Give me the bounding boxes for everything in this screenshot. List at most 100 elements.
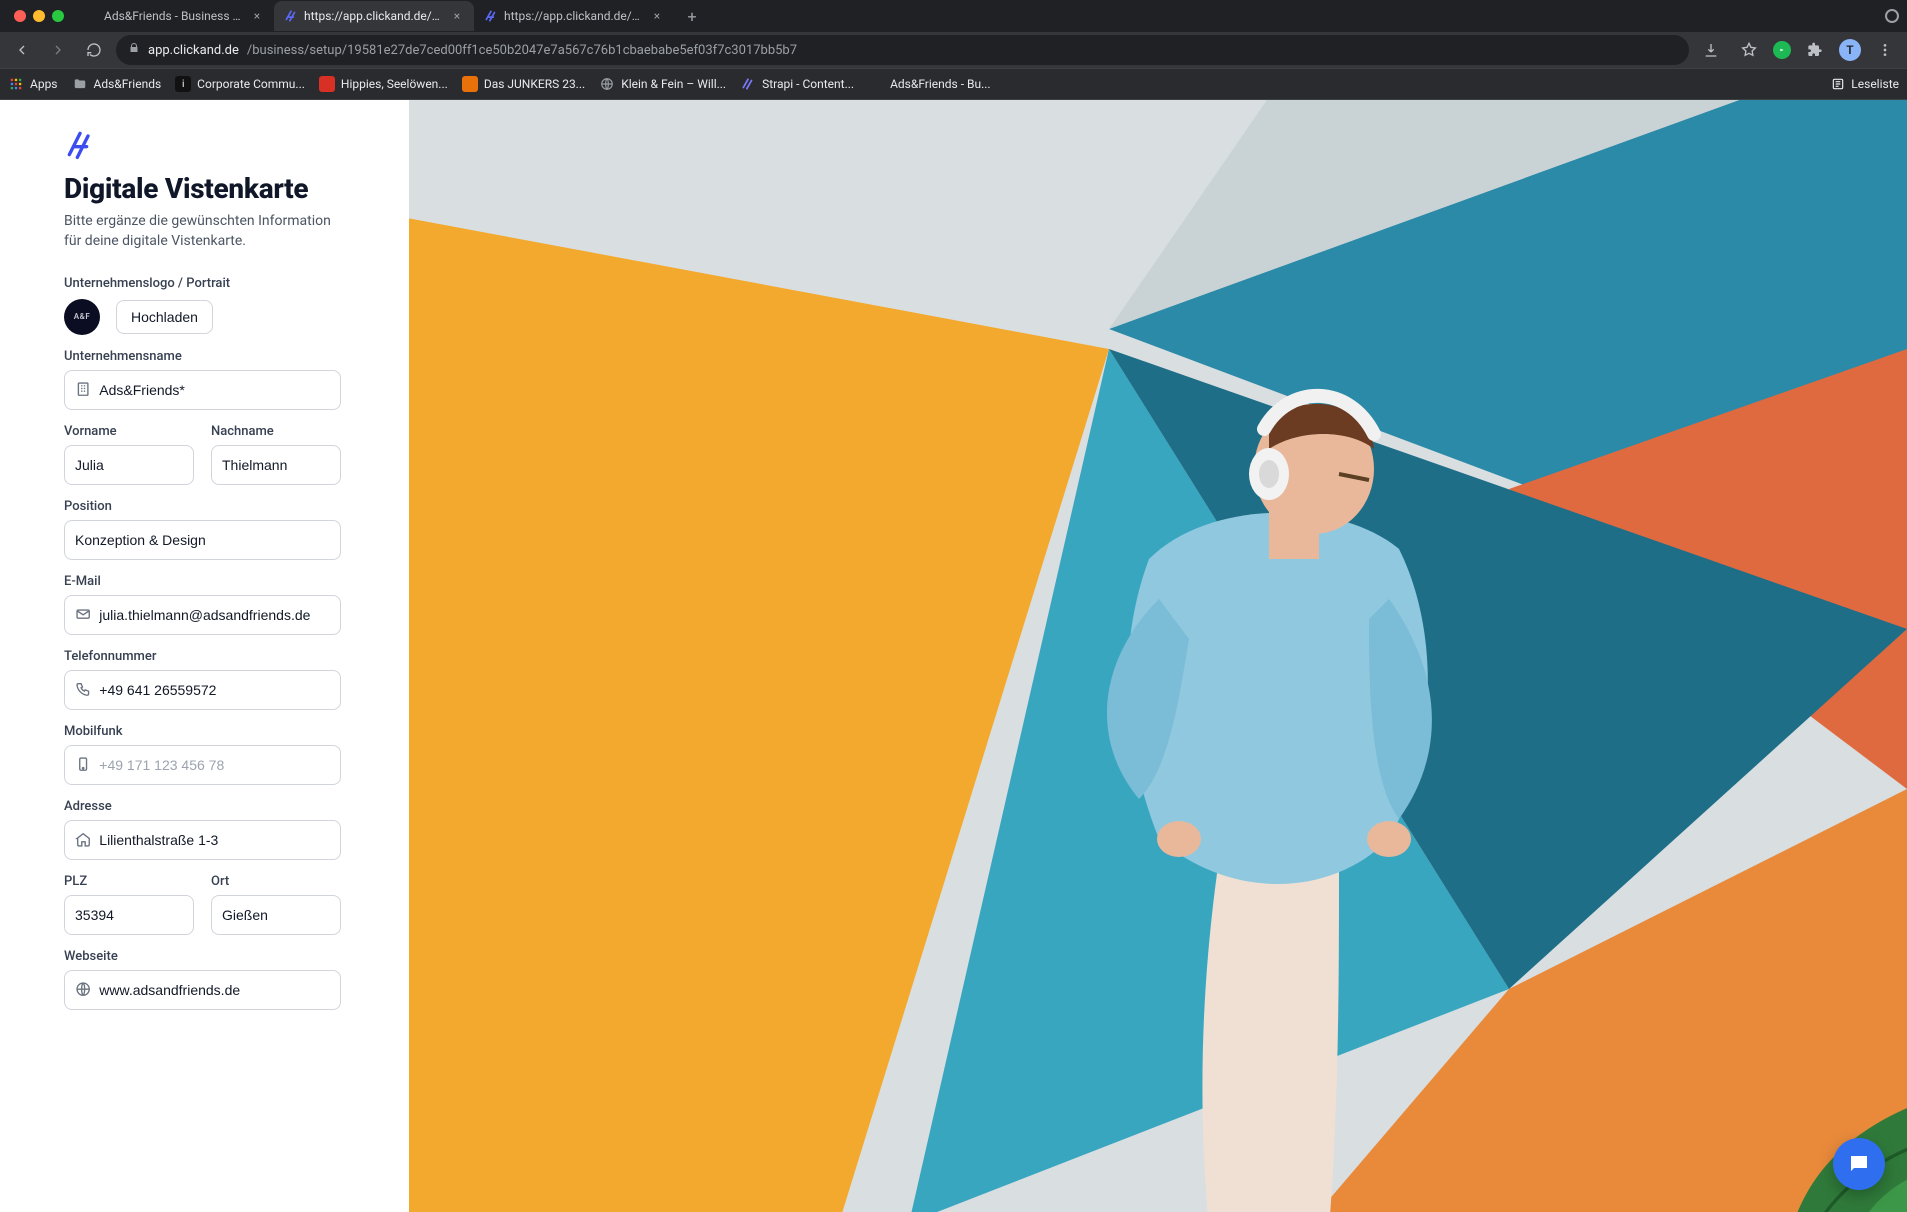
back-button[interactable]	[8, 36, 36, 64]
email-input[interactable]	[99, 607, 330, 623]
mobile-icon	[75, 756, 91, 774]
mobile-input[interactable]	[99, 757, 330, 773]
plant-decoration	[1747, 1022, 1907, 1212]
reading-list-label: Leseliste	[1851, 77, 1899, 91]
page-content: Digitale Vistenkarte Bitte ergänze die g…	[0, 100, 1907, 1212]
window-close-icon[interactable]	[14, 10, 26, 22]
label-zip: PLZ	[64, 874, 194, 889]
page-title: Digitale Vistenkarte	[64, 172, 377, 205]
position-field[interactable]	[64, 520, 341, 560]
extensions-icon[interactable]	[1801, 36, 1829, 64]
new-tab-button[interactable]: +	[678, 2, 706, 30]
label-email: E-Mail	[64, 574, 377, 589]
tab-2[interactable]: https://app.clickand.de/busine ×	[474, 1, 674, 31]
bookmark-item[interactable]: Strapi - Content...	[740, 76, 854, 92]
bookmarks-bar: Apps Ads&Friends i Corporate Commu... Hi…	[0, 68, 1907, 100]
tab-title: https://app.clickand.de/busine	[304, 9, 444, 23]
hero-image-panel	[409, 100, 1907, 1212]
bookmark-label: Ads&Friends - Bu...	[890, 77, 991, 91]
apps-icon	[8, 76, 24, 92]
mobile-field[interactable]	[64, 745, 341, 785]
hero-background-art	[409, 100, 1907, 1212]
globe-icon	[599, 76, 615, 92]
tab-title: https://app.clickand.de/busine	[504, 9, 644, 23]
tab-close-icon[interactable]: ×	[250, 9, 264, 23]
install-app-icon[interactable]	[1697, 36, 1725, 64]
tab-title: Ads&Friends - Business Cards	[104, 9, 244, 23]
window-minimize-icon[interactable]	[33, 10, 45, 22]
position-input[interactable]	[75, 532, 330, 548]
bookmark-label: Das JUNKERS 23...	[484, 77, 585, 91]
address-field[interactable]	[64, 820, 341, 860]
label-lastname: Nachname	[211, 424, 341, 439]
bookmark-item[interactable]: Das JUNKERS 23...	[462, 76, 585, 92]
tab-close-icon[interactable]: ×	[450, 9, 464, 23]
lastname-field[interactable]	[211, 445, 341, 485]
tab-close-icon[interactable]: ×	[650, 9, 664, 23]
bookmark-label: Strapi - Content...	[762, 77, 854, 91]
bookmark-favicon-icon: i	[175, 76, 191, 92]
bookmark-label: Apps	[30, 77, 58, 91]
star-icon[interactable]	[1735, 36, 1763, 64]
bookmark-label: Corporate Commu...	[197, 77, 305, 91]
phone-input[interactable]	[99, 682, 330, 698]
tab-1[interactable]: https://app.clickand.de/busine ×	[274, 1, 474, 31]
bookmark-item[interactable]: Klein & Fein – Will...	[599, 76, 726, 92]
address-input[interactable]	[99, 832, 330, 848]
website-input[interactable]	[99, 982, 330, 998]
label-address: Adresse	[64, 799, 377, 814]
mail-icon	[75, 606, 91, 624]
url-host: app.clickand.de	[148, 43, 239, 58]
firstname-input[interactable]	[75, 457, 183, 473]
building-icon	[75, 381, 91, 399]
company-input[interactable]	[99, 382, 330, 398]
folder-icon	[72, 76, 88, 92]
tab-strip: Ads&Friends - Business Cards × https://a…	[0, 0, 1907, 32]
phone-field[interactable]	[64, 670, 341, 710]
label-position: Position	[64, 499, 377, 514]
zip-field[interactable]	[64, 895, 194, 935]
reload-button[interactable]	[80, 36, 108, 64]
page-subtitle: Bitte ergänze die gewünschten Informatio…	[64, 211, 344, 252]
favicon-icon	[84, 9, 98, 23]
label-company: Unternehmensname	[64, 349, 377, 364]
label-mobile: Mobilfunk	[64, 724, 377, 739]
reading-list-button[interactable]: Leseliste	[1831, 77, 1899, 91]
bookmark-apps[interactable]: Apps	[8, 76, 58, 92]
chat-fab-button[interactable]	[1833, 1138, 1885, 1190]
favicon-icon	[484, 9, 498, 23]
bookmark-item[interactable]: Ads&Friends - Bu...	[868, 76, 991, 92]
forward-button[interactable]	[44, 36, 72, 64]
profile-avatar[interactable]: T	[1839, 39, 1861, 61]
bookmark-folder[interactable]: Ads&Friends	[72, 76, 162, 92]
tabstrip-status-icon	[1885, 9, 1899, 23]
company-field[interactable]	[64, 370, 341, 410]
zip-input[interactable]	[75, 907, 183, 923]
extension-spotify-icon[interactable]	[1773, 41, 1791, 59]
website-field[interactable]	[64, 970, 341, 1010]
url-path: /business/setup/19581e27de7ced00ff1ce50b…	[247, 43, 797, 58]
window-maximize-icon[interactable]	[52, 10, 64, 22]
lock-icon	[128, 42, 140, 58]
bookmark-label: Ads&Friends	[94, 77, 162, 91]
menu-kebab-icon[interactable]	[1871, 36, 1899, 64]
lastname-input[interactable]	[222, 457, 330, 473]
address-bar[interactable]: app.clickand.de/business/setup/19581e27d…	[116, 35, 1689, 65]
bookmark-favicon-icon	[462, 76, 478, 92]
logo-section-label: Unternehmenslogo / Portrait	[64, 276, 377, 291]
window-traffic-lights	[14, 10, 64, 22]
tab-0[interactable]: Ads&Friends - Business Cards ×	[74, 1, 274, 31]
firstname-field[interactable]	[64, 445, 194, 485]
company-logo-preview: A&F	[64, 299, 100, 335]
upload-button[interactable]: Hochladen	[116, 300, 213, 334]
email-field[interactable]	[64, 595, 341, 635]
globe-icon	[75, 981, 91, 999]
label-firstname: Vorname	[64, 424, 194, 439]
phone-icon	[75, 681, 91, 699]
bookmark-label: Hippies, Seelöwen...	[341, 77, 448, 91]
bookmark-item[interactable]: i Corporate Commu...	[175, 76, 305, 92]
form-panel: Digitale Vistenkarte Bitte ergänze die g…	[0, 100, 409, 1212]
city-field[interactable]	[211, 895, 341, 935]
bookmark-item[interactable]: Hippies, Seelöwen...	[319, 76, 448, 92]
city-input[interactable]	[222, 907, 330, 923]
